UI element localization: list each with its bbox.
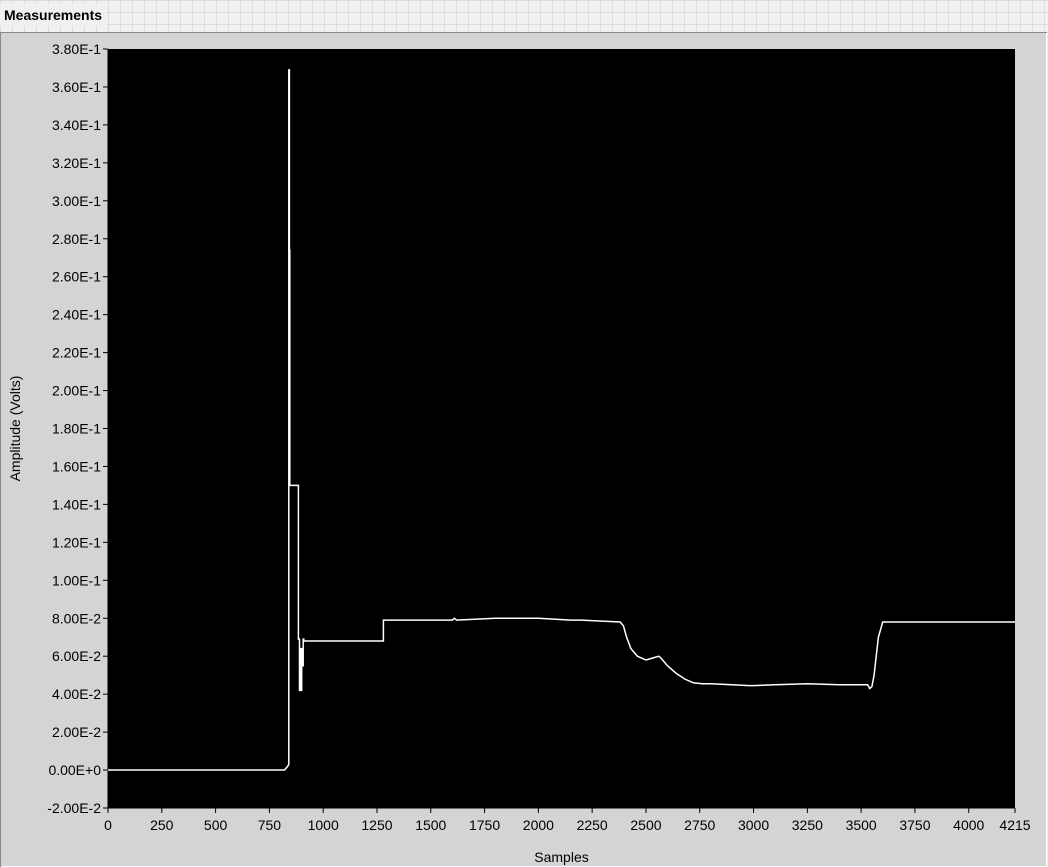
waveform-graph[interactable]: -2.00E-2 0.00E+0 2.00E-2 4.00E-2 6.00E-2 8.00…	[0, 32, 1047, 867]
front-panel: Measurements -2.00E-2 0.00E+0 2.00E-2 4.00E…	[0, 0, 1048, 867]
y-tick-label: 1.60E-1	[52, 458, 101, 474]
y-tick-label: -2.00E-2	[47, 800, 101, 816]
x-tick-label: 3750	[899, 817, 930, 833]
x-tick-label: 3000	[738, 817, 769, 833]
x-tick-label: 4215	[999, 817, 1030, 833]
x-tick-label: 1250	[361, 817, 392, 833]
x-axis: 0 250 500 750 1000 1250 1500 1750 2000 2250 2500 27…	[104, 807, 1031, 833]
y-tick-label: 1.00E-1	[52, 572, 101, 588]
x-tick-label: 0	[104, 817, 112, 833]
x-tick-label: 750	[258, 817, 282, 833]
y-tick-label: 2.20E-1	[52, 345, 101, 361]
x-tick-label: 4000	[953, 817, 984, 833]
y-tick-label: 0.00E+0	[48, 762, 101, 778]
x-tick-label: 1750	[469, 817, 500, 833]
y-tick-label: 2.00E-2	[52, 724, 101, 740]
y-tick-label: 2.80E-1	[52, 231, 101, 247]
x-tick-label: 2500	[630, 817, 661, 833]
x-tick-label: 3500	[846, 817, 877, 833]
x-tick-label: 500	[204, 817, 228, 833]
x-tick-label: 1500	[415, 817, 446, 833]
y-tick-label: 4.00E-2	[52, 686, 101, 702]
plot-area[interactable]	[108, 49, 1015, 808]
y-tick-label: 3.40E-1	[52, 117, 101, 133]
y-tick-label: 2.40E-1	[52, 307, 101, 323]
y-tick-label: 3.20E-1	[52, 155, 101, 171]
x-tick-label: 2000	[523, 817, 554, 833]
y-tick-label: 3.00E-1	[52, 193, 101, 209]
y-tick-label: 6.00E-2	[52, 648, 101, 664]
x-tick-label: 250	[150, 817, 174, 833]
y-tick-label: 1.40E-1	[52, 496, 101, 512]
y-axis: -2.00E-2 0.00E+0 2.00E-2 4.00E-2 6.00E-2 8.00…	[47, 41, 109, 816]
x-tick-label: 1000	[308, 817, 339, 833]
y-tick-label: 2.00E-1	[52, 383, 101, 399]
x-tick-label: 2750	[684, 817, 715, 833]
y-tick-label: 1.80E-1	[52, 421, 101, 437]
y-tick-label: 3.60E-1	[52, 79, 101, 95]
x-tick-label: 2250	[577, 817, 608, 833]
y-tick-label: 1.20E-1	[52, 534, 101, 550]
graph-caption: Measurements	[0, 4, 107, 26]
y-tick-label: 3.80E-1	[52, 41, 101, 57]
x-axis-title: Samples	[534, 849, 588, 865]
y-tick-label: 8.00E-2	[52, 610, 101, 626]
graph-svg: -2.00E-2 0.00E+0 2.00E-2 4.00E-2 6.00E-2 8.00…	[7, 41, 1031, 865]
x-tick-label: 3250	[792, 817, 823, 833]
y-axis-title: Amplitude (Volts)	[7, 376, 23, 482]
y-tick-label: 2.60E-1	[52, 269, 101, 285]
